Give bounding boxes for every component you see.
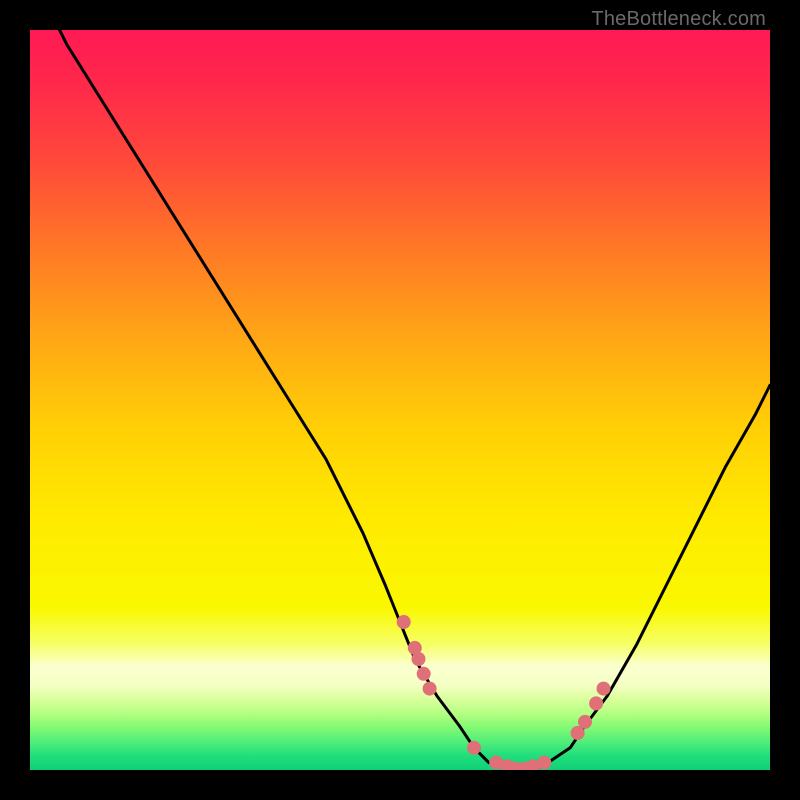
data-point [417, 667, 431, 681]
data-point [597, 682, 611, 696]
watermark-text: TheBottleneck.com [591, 8, 766, 31]
bottleneck-curve [30, 30, 770, 770]
plot-area [30, 30, 770, 770]
data-point [578, 715, 592, 729]
data-point [467, 741, 481, 755]
data-point [423, 682, 437, 696]
data-point [397, 615, 411, 629]
data-markers [397, 615, 611, 770]
data-point [412, 652, 426, 666]
chart-container: TheBottleneck.com [0, 0, 800, 800]
data-point [537, 756, 551, 770]
curve-layer [30, 30, 770, 770]
data-point [589, 696, 603, 710]
